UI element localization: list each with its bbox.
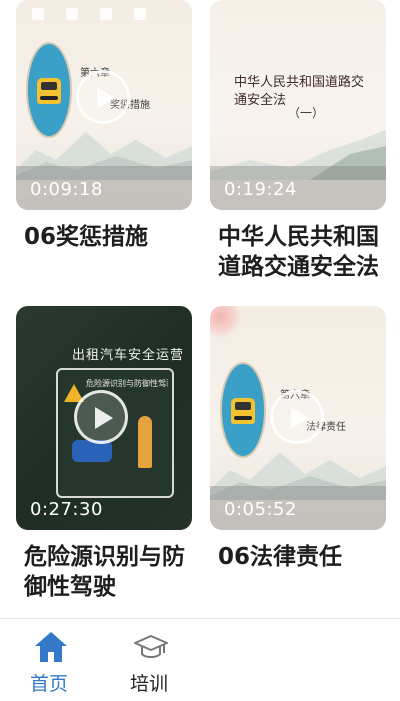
graduation-cap-icon <box>134 635 168 658</box>
video-card[interactable]: 中华人民共和国道路交通安全法 （一） 0:19:24 中华人民共和国道路交通安全… <box>210 0 386 282</box>
video-thumbnail[interactable]: 出租汽车安全运营 危险源识别与防御性驾驶 0:27:30 <box>16 306 192 530</box>
video-title[interactable]: 06奖惩措施 <box>24 222 192 252</box>
tab-training[interactable]: 培训 <box>104 619 194 701</box>
play-icon <box>97 87 115 109</box>
video-grid: 第六章 奖惩措施 0:09:18 06奖惩措施 中华人民共和国道路交通安全法 （… <box>0 0 400 618</box>
video-duration: 0:19:24 <box>224 179 297 200</box>
video-thumbnail[interactable]: 第六章 奖惩措施 0:09:18 <box>16 0 192 210</box>
video-card[interactable]: 出租汽车安全运营 危险源识别与防御性驾驶 0:27:30 危险源识别与防御性驾驶 <box>16 306 192 602</box>
taxi-icon <box>37 78 61 104</box>
video-title[interactable]: 危险源识别与防御性驾驶 <box>24 542 192 602</box>
play-button[interactable] <box>270 390 324 444</box>
play-icon <box>95 407 113 429</box>
video-card[interactable]: 第六章 奖惩措施 0:09:18 06奖惩措施 <box>16 0 192 252</box>
tab-training-label: 培训 <box>129 673 168 695</box>
play-button[interactable] <box>76 70 130 124</box>
tiktok-icon <box>66 8 78 20</box>
video-duration: 0:05:52 <box>224 499 297 520</box>
video-thumbnail[interactable]: 中华人民共和国道路交通安全法 （一） 0:19:24 <box>210 0 386 210</box>
app-icon <box>134 8 146 20</box>
tab-home[interactable]: 首页 <box>4 619 94 701</box>
video-thumbnail[interactable]: 第六章 法律责任 0:05:52 <box>210 306 386 530</box>
tab-home-label: 首页 <box>29 673 68 695</box>
video-duration: 0:27:30 <box>30 499 103 520</box>
video-title[interactable]: 06法律责任 <box>218 542 386 572</box>
home-icon <box>35 632 67 662</box>
flower-decoration <box>210 306 240 346</box>
slide-heading: 出租汽车安全运营 <box>72 348 185 363</box>
video-duration: 0:09:18 <box>30 179 103 200</box>
play-icon <box>291 407 309 429</box>
video-title[interactable]: 中华人民共和国道路交通安全法 <box>218 222 386 282</box>
app-icon <box>100 8 112 20</box>
slide-subtitle: 危险源识别与防御性驾驶 <box>86 379 168 388</box>
bottom-tab-bar: 首页 培训 <box>0 618 400 701</box>
pedestrian-illustration <box>138 416 152 468</box>
taxi-icon <box>231 398 255 424</box>
status-bar-icons <box>32 8 146 20</box>
video-card[interactable]: 第六章 法律责任 0:05:52 06法律责任 <box>210 306 386 572</box>
tiktok-icon <box>32 8 44 20</box>
play-button[interactable] <box>74 390 128 444</box>
